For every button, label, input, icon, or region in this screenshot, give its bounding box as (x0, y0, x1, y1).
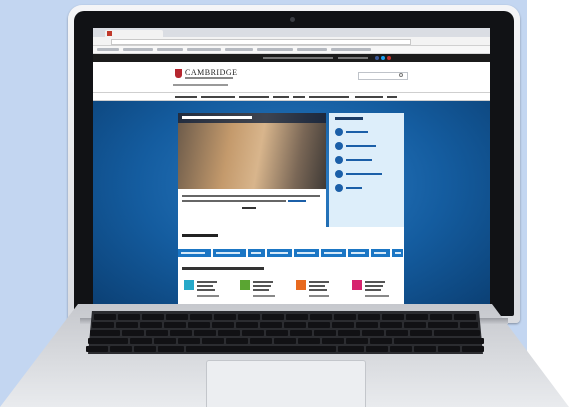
carousel-pager[interactable] (242, 207, 256, 209)
category-button[interactable] (267, 249, 293, 257)
quick-link-icon (335, 170, 343, 178)
category-button[interactable] (348, 249, 370, 257)
laptop-screen: CAMBRIDGE (93, 28, 490, 308)
hero-image[interactable] (178, 113, 326, 189)
category-button[interactable] (213, 249, 247, 257)
category-button-row (178, 249, 404, 257)
hero-caption (178, 189, 326, 227)
quick-link-icon (335, 142, 343, 150)
bookmark-item[interactable] (331, 48, 371, 51)
qualification-label (365, 289, 381, 291)
bookmark-item[interactable] (225, 48, 253, 51)
caption-line (182, 200, 286, 202)
category-button[interactable] (392, 249, 404, 257)
qualification-desc (365, 295, 389, 297)
nav-item[interactable] (355, 96, 383, 98)
qualification-label[interactable] (365, 281, 385, 283)
utility-links[interactable] (263, 57, 333, 59)
browser-tab-bar (93, 28, 490, 37)
crest-logo[interactable] (175, 69, 182, 78)
qualification-icon[interactable] (240, 280, 250, 290)
bookmark-item[interactable] (257, 48, 293, 51)
category-button[interactable] (321, 249, 347, 257)
breadcrumb (173, 84, 228, 86)
camera-icon (290, 17, 295, 22)
section-heading (182, 267, 264, 270)
qualification-label[interactable] (197, 281, 217, 283)
qualification-label (253, 289, 269, 291)
qualification-label (253, 285, 271, 287)
browser-tab[interactable] (105, 30, 163, 37)
bookmark-item[interactable] (297, 48, 327, 51)
bookmark-item[interactable] (157, 48, 183, 51)
nav-item[interactable] (201, 96, 235, 98)
trackpad[interactable] (206, 360, 366, 407)
quick-link[interactable] (346, 159, 372, 161)
browser-toolbar (93, 37, 490, 52)
page-background (93, 101, 490, 308)
main-navigation (93, 92, 490, 101)
qualification-label[interactable] (253, 281, 273, 283)
qualification-desc (253, 295, 275, 297)
qualification-label (365, 285, 383, 287)
utility-links[interactable] (338, 57, 368, 59)
quick-link[interactable] (346, 145, 376, 147)
qualification-label (197, 285, 213, 287)
nav-item[interactable] (387, 96, 397, 98)
bookmark-item[interactable] (123, 48, 153, 51)
category-button[interactable] (294, 249, 320, 257)
search-icon[interactable] (399, 73, 403, 77)
nav-item[interactable] (175, 96, 197, 98)
favicon-icon (107, 31, 112, 36)
caption-line (182, 195, 320, 197)
youtube-icon[interactable] (387, 56, 391, 60)
main-content (178, 227, 404, 308)
nav-item[interactable] (293, 96, 305, 98)
category-button[interactable] (371, 249, 391, 257)
qualification-label (309, 285, 325, 287)
category-button[interactable] (178, 249, 212, 257)
category-button[interactable] (248, 249, 266, 257)
caption-link[interactable] (288, 200, 306, 202)
qualification-label[interactable] (309, 281, 329, 283)
qualification-icon[interactable] (352, 280, 362, 290)
qualification-icon[interactable] (184, 280, 194, 290)
logo-subtitle (185, 77, 233, 79)
hero-title (182, 116, 252, 119)
bookmark-item[interactable] (187, 48, 221, 51)
nav-item[interactable] (309, 96, 349, 98)
site-utility-bar (93, 54, 490, 62)
qualification-icon[interactable] (296, 280, 306, 290)
site-header: CAMBRIDGE (93, 62, 490, 92)
quick-link[interactable] (346, 187, 362, 189)
site-logo-text[interactable]: CAMBRIDGE (185, 68, 238, 77)
qualification-label (197, 289, 215, 291)
address-bar[interactable] (111, 39, 411, 45)
qualification-label (309, 289, 327, 291)
bookmark-item[interactable] (97, 48, 119, 51)
quick-link-icon (335, 128, 343, 136)
quick-link[interactable] (346, 173, 382, 175)
qualification-desc (309, 295, 329, 297)
facebook-icon[interactable] (375, 56, 379, 60)
nav-item[interactable] (239, 96, 269, 98)
section-heading (182, 234, 218, 237)
quick-link[interactable] (346, 131, 368, 133)
qualification-desc (197, 295, 219, 297)
nav-item[interactable] (273, 96, 289, 98)
twitter-icon[interactable] (381, 56, 385, 60)
quick-links-heading (335, 117, 363, 120)
quick-link-icon (335, 184, 343, 192)
bookmarks-bar (93, 46, 490, 54)
quick-link-icon (335, 156, 343, 164)
